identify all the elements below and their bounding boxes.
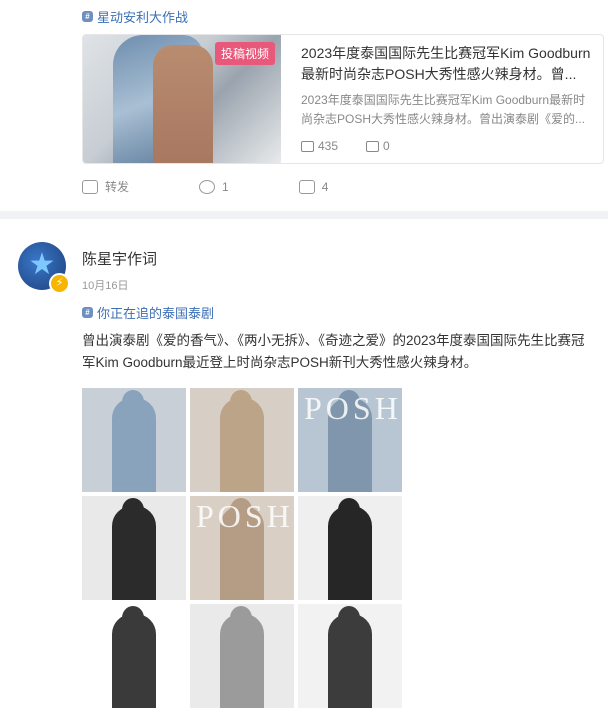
posh-logo: POSH: [304, 390, 402, 426]
post-text: 曾出演泰剧《爱的香气》、《两小无拆》、《奇迹之爱》的2023年度泰国国际先生比赛…: [82, 333, 585, 370]
repost-icon: [82, 179, 98, 194]
posh-logo: POSH: [196, 498, 294, 534]
thumbnail-figure-body: [153, 45, 213, 163]
photo-figure: [112, 398, 156, 492]
topic-icon: #: [82, 307, 93, 318]
video-description: 2023年度泰国国际先生比赛冠军Kim Goodburn最新时尚杂志POSH大秀…: [301, 93, 586, 126]
photo-figure: [328, 506, 372, 600]
post-date[interactable]: 10月16日: [82, 277, 128, 293]
comment-label: 1: [222, 179, 229, 194]
action-bar: 转发 1 4: [82, 178, 358, 195]
topic-label: 星动安利大作战: [97, 10, 189, 25]
photo-5[interactable]: POSH: [190, 496, 294, 600]
thumbs-up-icon: [298, 179, 315, 194]
comment-count: 0: [383, 139, 390, 153]
username[interactable]: 陈星宇作词: [82, 248, 157, 269]
photo-7[interactable]: [82, 604, 186, 708]
video-badge: 投稿视频: [214, 42, 275, 65]
play-count: 435: [318, 139, 339, 153]
topic-label: 你正在追的泰国泰剧: [97, 306, 215, 321]
video-title[interactable]: 2023年度泰国国际先生比赛冠军Kim Goodburn最新时尚杂志POSH大秀…: [301, 43, 591, 85]
photo-9[interactable]: [298, 604, 402, 708]
video-thumbnail[interactable]: 投稿视频: [83, 35, 281, 163]
comment-button[interactable]: 1: [199, 178, 229, 195]
photo-8[interactable]: [190, 604, 294, 708]
photo-1[interactable]: [82, 388, 186, 492]
like-count: 4: [321, 179, 329, 194]
comment-count-icon: [366, 140, 380, 152]
topic-icon: #: [82, 11, 93, 22]
photo-3[interactable]: POSH: [298, 388, 402, 492]
photo-4[interactable]: [82, 496, 186, 600]
photo-figure: [220, 614, 264, 708]
photo-figure: [112, 506, 156, 600]
repost-label: 转发: [105, 180, 130, 194]
photo-2[interactable]: [190, 388, 294, 492]
comment-icon: [199, 179, 216, 194]
like-button[interactable]: 4: [298, 178, 329, 195]
topic-link-top[interactable]: # 星动安利大作战: [82, 7, 188, 26]
repost-button[interactable]: 转发: [82, 178, 129, 195]
verified-badge-icon: ⚡: [49, 273, 70, 294]
photo-figure: [328, 614, 372, 708]
topic-link[interactable]: # 你正在追的泰国泰剧: [82, 303, 214, 322]
photo-figure: [220, 398, 264, 492]
video-meta: 435 0: [301, 139, 390, 153]
feed-divider: [0, 211, 608, 219]
play-count-icon: [301, 140, 314, 152]
photo-figure: [112, 614, 156, 708]
photo-6[interactable]: [298, 496, 402, 600]
video-card[interactable]: 投稿视频 2023年度泰国国际先生比赛冠军Kim Goodburn最新时尚杂志P…: [82, 34, 604, 164]
